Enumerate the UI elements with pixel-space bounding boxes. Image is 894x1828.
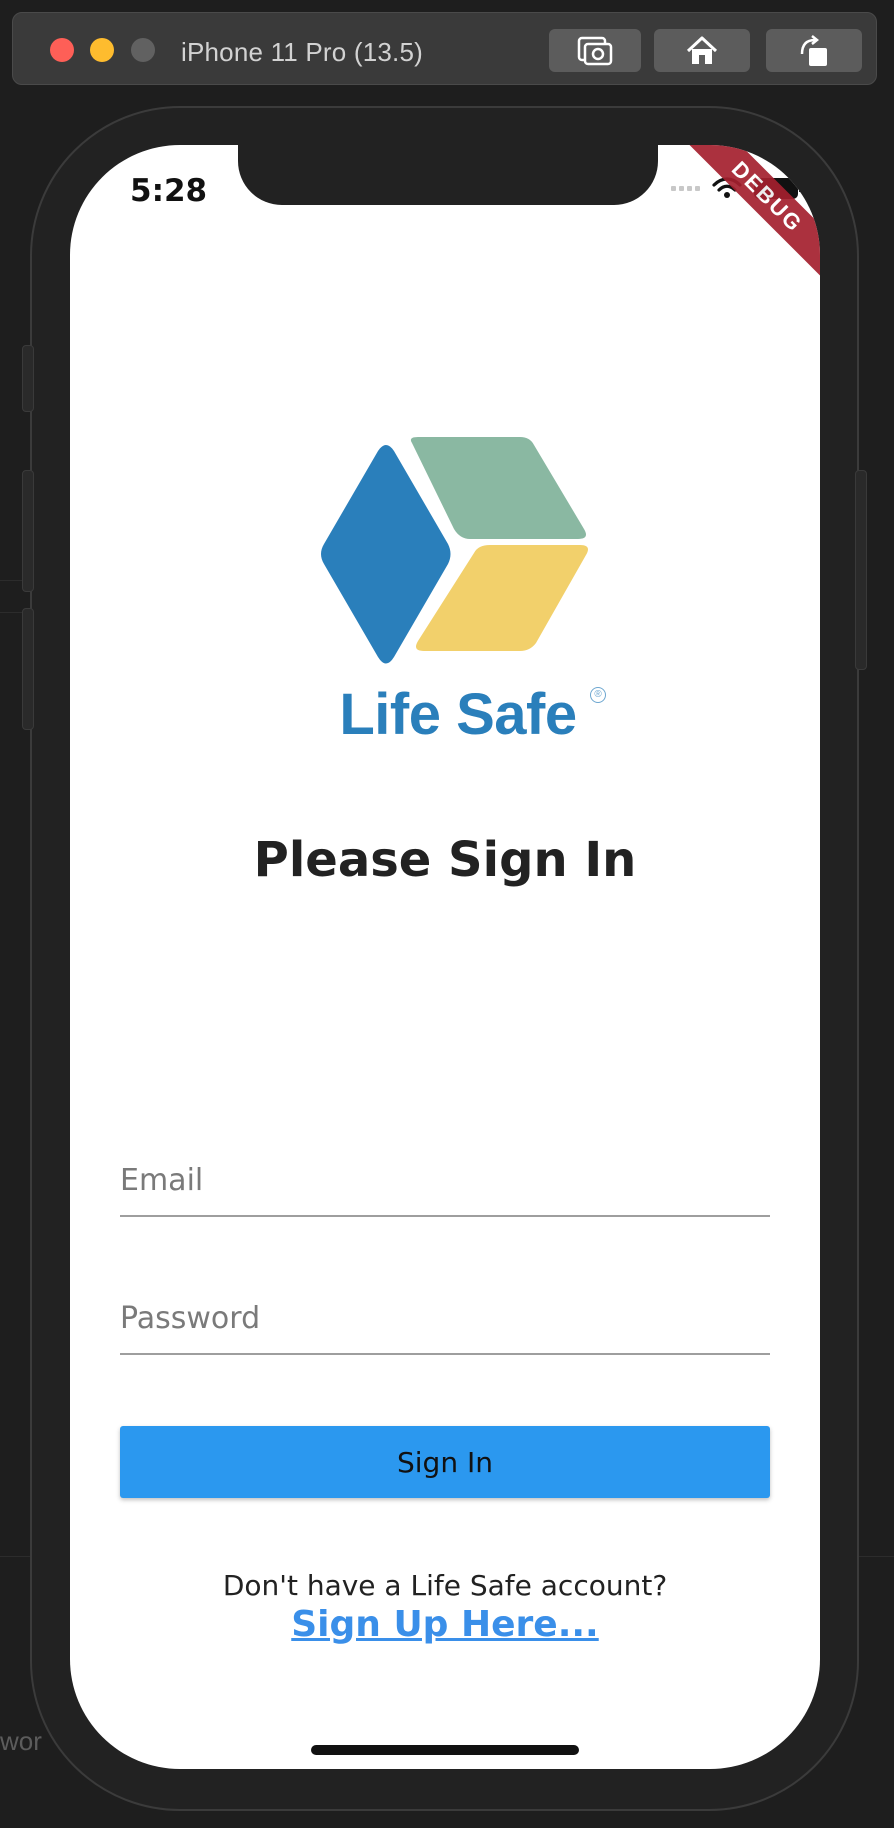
device-screen: 5:28 DEBUG Life Safe ® Please Sign In Si…	[70, 145, 820, 1769]
camera-icon	[577, 36, 613, 65]
volume-down-button	[22, 608, 34, 730]
minimize-window-button[interactable]	[90, 38, 114, 62]
zoom-window-button[interactable]	[131, 38, 155, 62]
simulator-title: iPhone 11 Pro (13.5)	[181, 37, 423, 67]
cube-logo-icon	[321, 437, 588, 664]
cellular-signal-icon	[671, 185, 700, 191]
rotate-button[interactable]	[766, 29, 862, 72]
home-button[interactable]	[654, 29, 750, 72]
background-divider	[856, 1556, 894, 1557]
logo-text: Life Safe	[339, 682, 577, 747]
background-partial-text: wor	[0, 1726, 42, 1756]
sign-up-link[interactable]: Sign Up Here...	[70, 1604, 820, 1645]
mute-switch	[22, 345, 34, 412]
password-field[interactable]	[120, 1283, 770, 1355]
no-account-text: Don't have a Life Safe account?	[222, 1569, 668, 1602]
screenshot-button[interactable]	[549, 29, 641, 72]
sign-in-button[interactable]: Sign In	[120, 1426, 770, 1498]
notch	[238, 145, 658, 205]
rotate-icon	[800, 34, 827, 66]
close-window-button[interactable]	[50, 38, 74, 62]
volume-up-button	[22, 470, 34, 592]
email-field[interactable]	[120, 1145, 770, 1217]
status-time: 5:28	[130, 173, 208, 209]
page-title: Please Sign In	[253, 832, 637, 888]
life-safe-logo: Life Safe ®	[308, 437, 608, 767]
registered-mark: ®	[590, 687, 606, 703]
power-button	[855, 470, 867, 670]
home-indicator[interactable]	[311, 1745, 579, 1755]
simulator-title-bar: iPhone 11 Pro (13.5)	[12, 12, 877, 85]
home-icon	[686, 36, 718, 64]
